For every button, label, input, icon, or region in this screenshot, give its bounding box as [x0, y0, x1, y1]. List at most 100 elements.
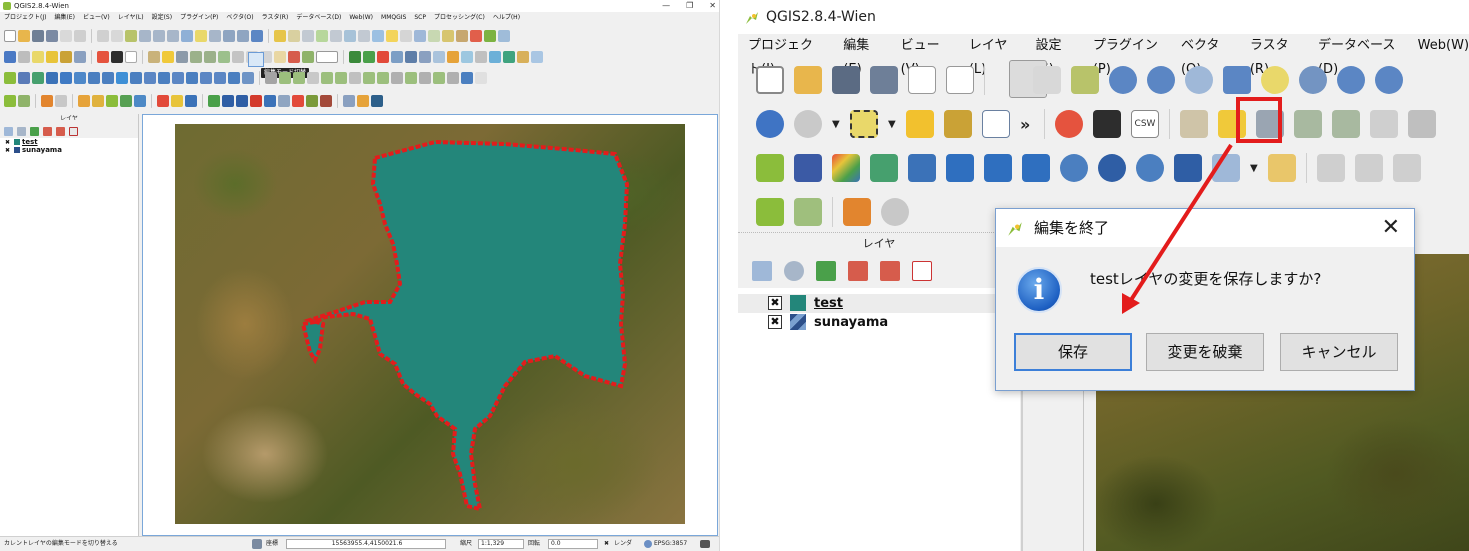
- add-raster-icon[interactable]: [794, 154, 822, 182]
- close-icon[interactable]: ✕: [709, 0, 716, 12]
- print-composer-icon[interactable]: [908, 66, 936, 94]
- deselect-icon[interactable]: [906, 110, 934, 138]
- polygon-feature[interactable]: [175, 124, 685, 524]
- plugin-red-icon[interactable]: [1055, 110, 1083, 138]
- identify-icon[interactable]: [756, 110, 784, 138]
- add-wcs-icon[interactable]: [1098, 154, 1126, 182]
- close-icon[interactable]: ✕: [1382, 213, 1400, 243]
- minimize-icon[interactable]: —: [662, 0, 670, 12]
- expand-all-icon[interactable]: [43, 126, 52, 136]
- add-wfs-icon[interactable]: [1136, 154, 1164, 182]
- layer-visibility-checkbox[interactable]: ✖: [5, 147, 10, 155]
- plugin-dark-icon[interactable]: [1093, 110, 1121, 138]
- add-wfs-icon[interactable]: [130, 71, 142, 84]
- visibility-icon[interactable]: [784, 261, 804, 281]
- zoom-full-icon[interactable]: [181, 29, 193, 42]
- node-tool-icon[interactable]: [1370, 110, 1398, 138]
- save-as-icon[interactable]: [870, 66, 898, 94]
- run-action-icon[interactable]: [18, 50, 30, 63]
- digitize-icon[interactable]: [302, 50, 314, 63]
- layer-item-sunayama[interactable]: ✖ sunayama: [0, 146, 138, 154]
- tool-ad-icon[interactable]: [517, 50, 529, 63]
- tool-ae-icon[interactable]: [531, 50, 543, 63]
- add-db2-icon[interactable]: [88, 71, 100, 84]
- zoom-in-icon[interactable]: [1109, 66, 1137, 94]
- menu-layer[interactable]: レイヤ(L): [969, 34, 1014, 77]
- identify-icon[interactable]: [4, 50, 16, 63]
- menu-processing[interactable]: プロセッシング(C): [434, 12, 485, 24]
- select-icon[interactable]: [850, 110, 878, 138]
- menu-project[interactable]: プロジェクト(J): [4, 12, 46, 24]
- new-project-icon[interactable]: [756, 66, 784, 94]
- tool-bc-icon[interactable]: [208, 94, 220, 107]
- add-layer-b-icon[interactable]: [172, 71, 184, 84]
- chevron-down-icon[interactable]: ▼: [1250, 163, 1258, 174]
- pan-to-selection-icon[interactable]: [1071, 66, 1099, 94]
- tool-j-icon[interactable]: [400, 29, 412, 42]
- open-project-icon[interactable]: [794, 66, 822, 94]
- new-project-icon[interactable]: [4, 29, 16, 42]
- tool-at-icon[interactable]: [461, 71, 473, 84]
- tool-o-icon[interactable]: [470, 29, 482, 42]
- zoom-next-icon[interactable]: [1375, 66, 1403, 94]
- collapse-all-icon[interactable]: [880, 261, 900, 281]
- menu-scp[interactable]: SCP: [414, 12, 426, 24]
- pan-to-selection-icon[interactable]: [125, 29, 137, 42]
- gear-icon[interactable]: [881, 198, 909, 226]
- menu-raster[interactable]: ラスタ(R): [1250, 34, 1296, 77]
- tool-q-icon[interactable]: [498, 29, 510, 42]
- add-layer-c-icon[interactable]: [186, 71, 198, 84]
- tool-ar-icon[interactable]: [433, 71, 445, 84]
- menu-edit[interactable]: 編集(E): [54, 12, 74, 24]
- tool-an-icon[interactable]: [377, 71, 389, 84]
- tool-x-icon[interactable]: [433, 50, 445, 63]
- zoom-last-icon[interactable]: [1337, 66, 1365, 94]
- crs-label[interactable]: EPSG:3857: [654, 537, 687, 551]
- attribute-table-icon[interactable]: [74, 50, 86, 63]
- menu-database[interactable]: データベース(D): [1318, 34, 1396, 77]
- node-tool-icon[interactable]: [218, 50, 230, 63]
- current-edits-icon[interactable]: [1180, 110, 1208, 138]
- discard-changes-button[interactable]: 変更を破棄: [1146, 333, 1264, 371]
- tool-u-icon[interactable]: [391, 50, 403, 63]
- open-style-icon[interactable]: [4, 126, 13, 136]
- touch-icon[interactable]: [995, 66, 1023, 94]
- measure-icon[interactable]: [1317, 154, 1345, 182]
- layer-item-sunayama[interactable]: ✖ sunayama: [738, 313, 1020, 332]
- d3-icon[interactable]: [843, 198, 871, 226]
- layer-visibility-checkbox[interactable]: ✖: [768, 296, 782, 310]
- tool-e-icon[interactable]: [330, 29, 342, 42]
- tool-r-icon[interactable]: [349, 50, 361, 63]
- tool-t-icon[interactable]: [377, 50, 389, 63]
- toggle-editing-pressed[interactable]: [248, 52, 264, 67]
- add-mssql-icon[interactable]: [60, 71, 72, 84]
- tool-be-icon[interactable]: [236, 94, 248, 107]
- overflow-icon[interactable]: »: [1020, 115, 1034, 134]
- tool-bg-icon[interactable]: [264, 94, 276, 107]
- add-vector-icon[interactable]: [4, 71, 16, 84]
- tool-as-icon[interactable]: [447, 71, 459, 84]
- zoom-layer-icon[interactable]: [1299, 66, 1327, 94]
- tool-aj-icon[interactable]: [321, 71, 333, 84]
- add-postgis-icon[interactable]: [32, 71, 44, 84]
- menu-web[interactable]: Web(W): [349, 12, 373, 24]
- tolerance-box[interactable]: [316, 50, 338, 63]
- tool-bm-icon[interactable]: [357, 94, 369, 107]
- save-button[interactable]: 保存: [1014, 333, 1132, 371]
- help-icon[interactable]: [475, 71, 487, 84]
- csw-icon[interactable]: CSW: [1131, 110, 1159, 138]
- tool-bl-icon[interactable]: [343, 94, 355, 107]
- crs-icon[interactable]: [644, 540, 652, 548]
- tool-c-icon[interactable]: [302, 29, 314, 42]
- tool-d-icon[interactable]: [316, 29, 328, 42]
- add-layer-f-icon[interactable]: [228, 71, 240, 84]
- chevron-down-icon[interactable]: ▼: [888, 119, 896, 130]
- add-raster-icon[interactable]: [18, 71, 30, 84]
- zoom-selection-icon[interactable]: [1261, 66, 1289, 94]
- add-delimited-icon[interactable]: [144, 71, 156, 84]
- zoom-in-icon[interactable]: [139, 29, 151, 42]
- print-composer-icon[interactable]: [60, 29, 72, 42]
- pan-icon[interactable]: [111, 29, 123, 42]
- tool-g-icon[interactable]: [358, 29, 370, 42]
- zoom-last-icon[interactable]: [223, 29, 235, 42]
